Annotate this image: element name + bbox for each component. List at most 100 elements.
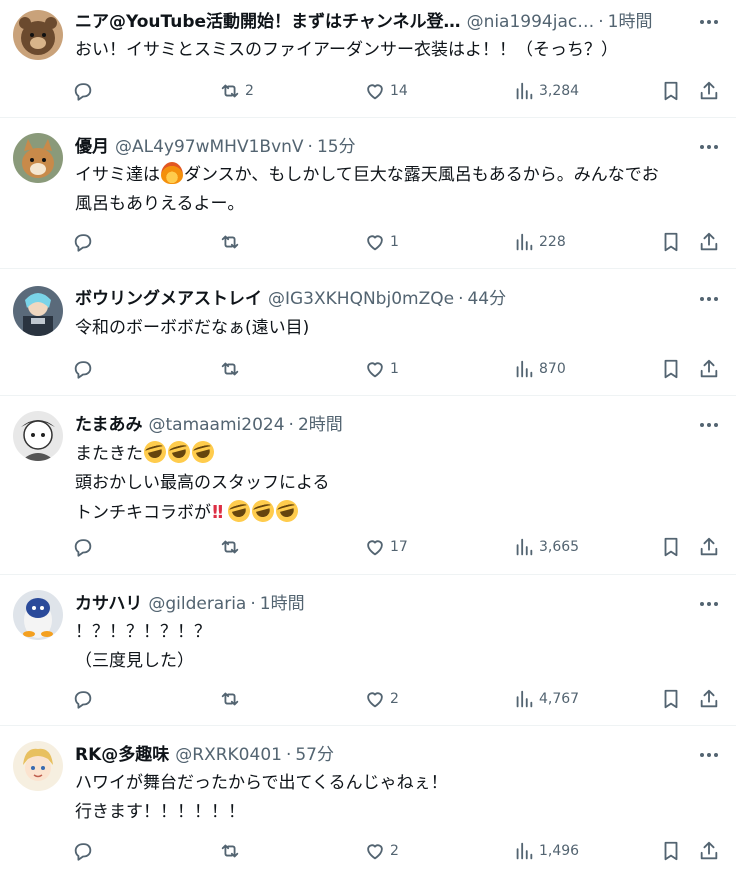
reply-button[interactable] [72, 836, 98, 866]
more-icon[interactable] [696, 743, 722, 767]
reply-header: たまあみ @tamaami2024 · 2時間 [75, 411, 686, 439]
views-button[interactable]: 228 [513, 227, 566, 257]
user-handle[interactable]: @AL4y97wMHV1BvnV [115, 133, 304, 161]
more-icon[interactable] [696, 592, 722, 616]
views-button[interactable]: 3,284 [513, 76, 579, 106]
reply-text: ！？！？！？！？ （三度見した） [75, 618, 718, 676]
more-icon[interactable] [696, 413, 722, 437]
views-button[interactable]: 1,496 [513, 836, 579, 866]
avatar[interactable] [13, 741, 63, 791]
user-handle[interactable]: @nia1994jac… [467, 8, 595, 36]
display-name[interactable]: ボウリングメアストレイ [75, 285, 262, 313]
views-icon [516, 82, 533, 100]
bookmark-icon [664, 232, 678, 252]
bookmark-button[interactable] [660, 227, 682, 257]
reply-button[interactable] [72, 532, 98, 562]
display-name[interactable]: ニア@YouTube活動開始！まずはチャンネル登… [75, 8, 461, 36]
separator-dot: · [285, 745, 292, 765]
avatar[interactable] [13, 286, 63, 336]
retweet-icon [221, 540, 239, 554]
timestamp[interactable]: 1時間 [608, 8, 653, 36]
reply-item[interactable]: たまあみ @tamaami2024 · 2時間 またきた頭おかしい最高のスタッフ… [0, 397, 736, 575]
retweet-button[interactable] [219, 354, 245, 384]
like-button[interactable]: 14 [364, 76, 408, 106]
retweet-button[interactable] [219, 836, 245, 866]
display-name[interactable]: RK@多趣味 [75, 741, 169, 769]
bookmark-button[interactable] [660, 836, 682, 866]
timestamp[interactable]: 44分 [467, 285, 506, 313]
separator-dot: · [307, 137, 313, 157]
retweet-button[interactable] [219, 227, 245, 257]
like-button[interactable]: 17 [364, 532, 408, 562]
reply-line: またきた [75, 444, 143, 464]
heart-icon [367, 540, 383, 556]
action-bar: 2 14 3,284 [72, 76, 726, 106]
avatar[interactable] [13, 411, 63, 461]
avatar[interactable] [13, 590, 63, 640]
views-icon [516, 360, 533, 378]
view-count: 3,284 [539, 83, 580, 99]
share-icon [700, 81, 718, 100]
user-handle[interactable]: @gilderaria [148, 590, 246, 618]
share-button[interactable] [698, 532, 720, 562]
views-button[interactable]: 870 [513, 354, 566, 384]
share-button[interactable] [698, 76, 720, 106]
bookmark-button[interactable] [660, 354, 682, 384]
like-count: 2 [390, 691, 399, 707]
display-name[interactable]: たまあみ [75, 411, 143, 439]
bookmark-button[interactable] [660, 532, 682, 562]
share-button[interactable] [698, 684, 720, 714]
views-button[interactable]: 3,665 [513, 532, 579, 562]
like-button[interactable]: 2 [364, 684, 399, 714]
share-button[interactable] [698, 227, 720, 257]
more-icon[interactable] [696, 287, 722, 311]
share-button[interactable] [698, 836, 720, 866]
timestamp[interactable]: 57分 [295, 741, 334, 769]
retweet-icon [221, 844, 239, 858]
share-button[interactable] [698, 354, 720, 384]
reply-item[interactable]: 優月 @AL4y97wMHV1BvnV · 15分 イサミ達は ダンスか、もしかし… [0, 119, 736, 269]
reply-item[interactable]: ボウリングメアストレイ @IG3XKHQNbj0mZQe · 44分 令和のボー… [0, 270, 736, 396]
display-name[interactable]: カサハリ [75, 590, 142, 618]
display-name[interactable]: 優月 [75, 133, 109, 161]
heart-icon [367, 844, 383, 860]
timestamp[interactable]: 15分 [317, 133, 356, 161]
user-handle[interactable]: @IG3XKHQNbj0mZQe [268, 285, 454, 313]
heart-icon [367, 235, 383, 251]
reply-line: 頭おかしい最高のスタッフによる [75, 473, 330, 493]
reply-text: 令和のボーボボだなぁ(遠い目) [75, 314, 718, 343]
action-bar: 2 4,767 [72, 684, 726, 714]
reply-button[interactable] [72, 684, 98, 714]
timestamp[interactable]: 2時間 [298, 411, 343, 439]
reply-button[interactable] [72, 354, 98, 384]
user-handle[interactable]: @tamaami2024 [149, 411, 285, 439]
user-handle[interactable]: @RXRK0401 [175, 741, 282, 769]
more-icon[interactable] [696, 135, 722, 159]
retweet-button[interactable] [219, 684, 245, 714]
reply-item[interactable]: カサハリ @gilderaria · 1時間 ！？！？！？！？ （三度見した） 2… [0, 576, 736, 726]
like-button[interactable]: 2 [364, 836, 399, 866]
views-button[interactable]: 4,767 [513, 684, 579, 714]
separator-dot: · [250, 594, 256, 614]
reply-text: ハワイが舞台だったからで出てくるんじゃねぇ！ 行きます！！！！！！ [75, 769, 718, 827]
more-icon[interactable] [696, 10, 722, 34]
retweet-button[interactable]: 2 [219, 76, 254, 106]
retweet-icon [221, 235, 239, 249]
reply-item[interactable]: RK@多趣味 @RXRK0401 · 57分 ハワイが舞台だったからで出てくるん… [0, 727, 736, 879]
reply-button[interactable] [72, 227, 98, 257]
retweet-button[interactable] [219, 532, 245, 562]
like-count: 2 [390, 843, 399, 859]
timestamp[interactable]: 1時間 [260, 590, 305, 618]
bookmark-button[interactable] [660, 76, 682, 106]
reply-button[interactable] [72, 76, 98, 106]
like-button[interactable]: 1 [364, 354, 399, 384]
avatar[interactable] [13, 10, 63, 60]
reply-item[interactable]: ニア@YouTube活動開始！まずはチャンネル登… @nia1994jac… ·… [0, 0, 736, 118]
reply-header: 優月 @AL4y97wMHV1BvnV · 15分 [75, 133, 686, 161]
reply-icon [74, 843, 92, 861]
retweet-icon [221, 84, 239, 98]
bookmark-button[interactable] [660, 684, 682, 714]
bookmark-icon [664, 841, 678, 861]
like-button[interactable]: 1 [364, 227, 399, 257]
avatar[interactable] [13, 133, 63, 183]
